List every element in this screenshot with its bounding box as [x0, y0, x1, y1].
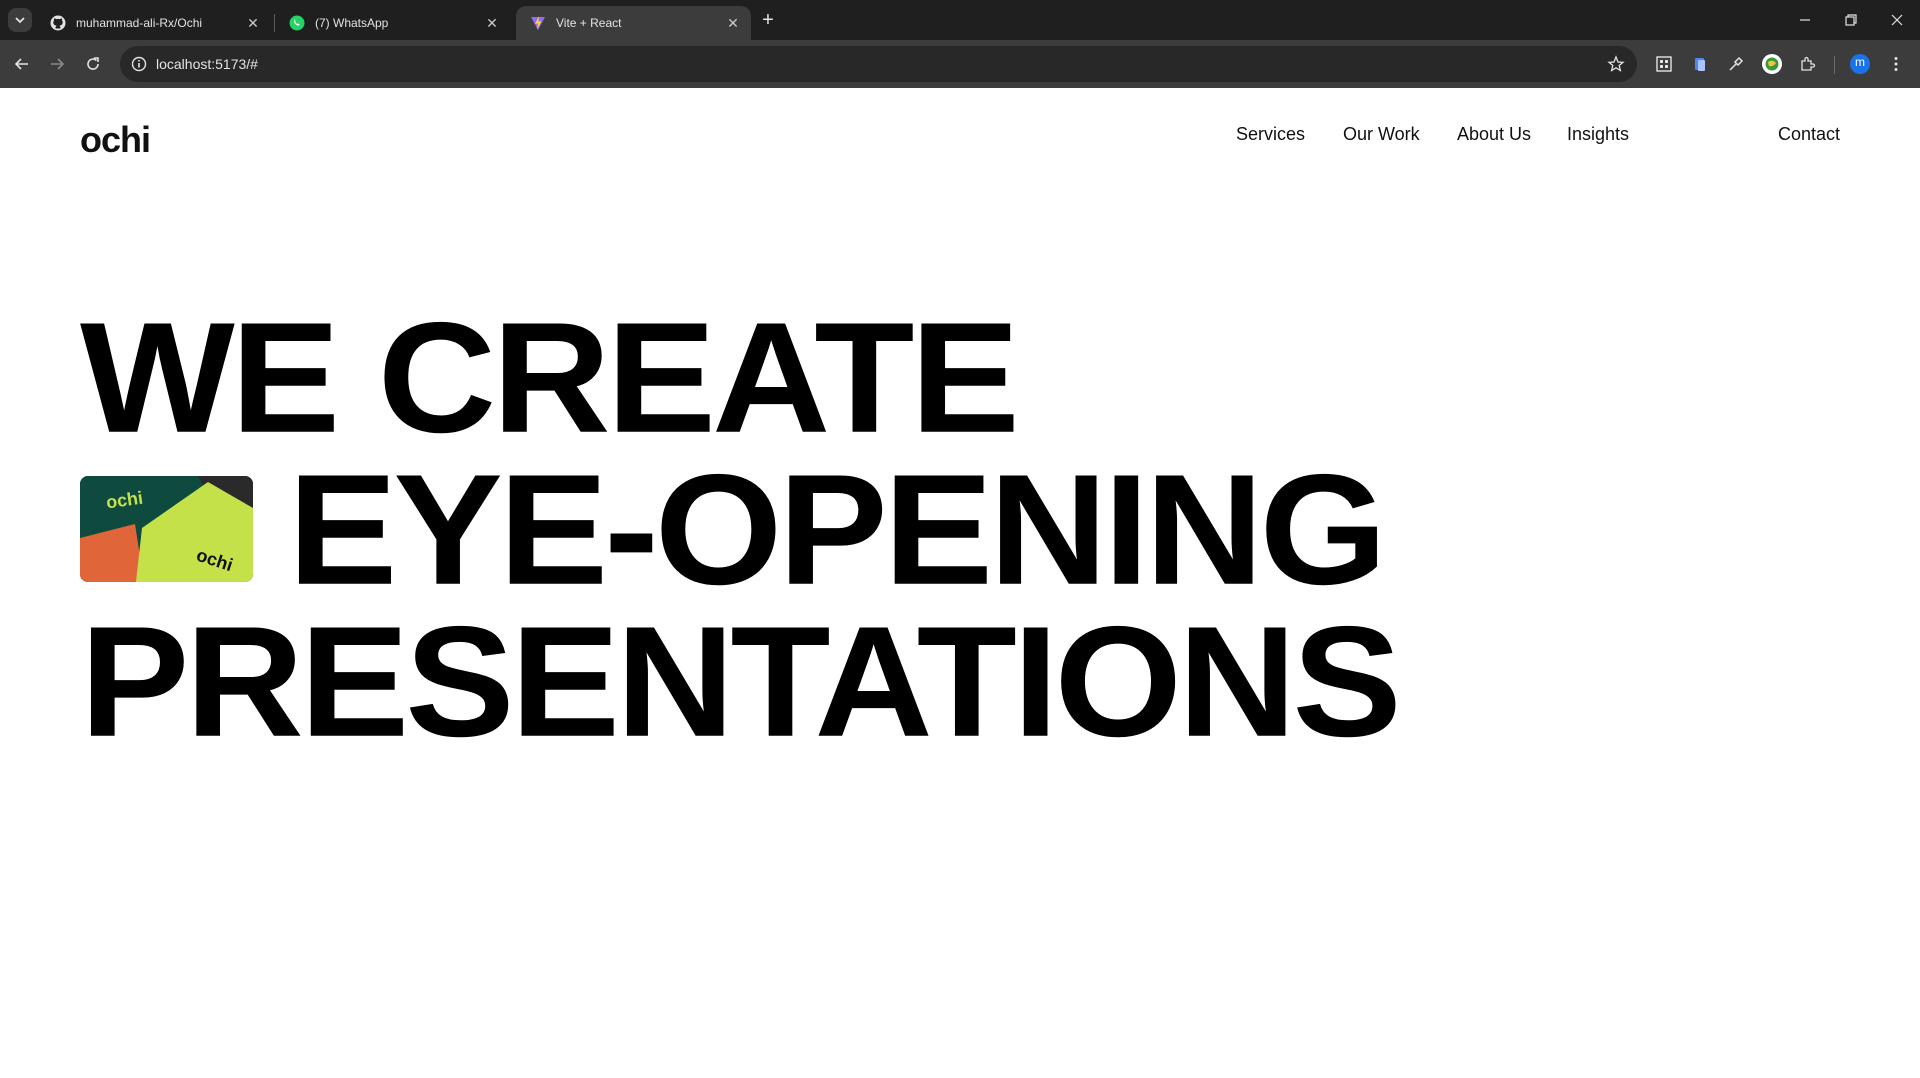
- more-menu-icon[interactable]: [1884, 52, 1908, 76]
- new-tab-button[interactable]: +: [758, 10, 778, 30]
- headline-line-1: WE CREATE: [80, 289, 1020, 466]
- tab-github[interactable]: muhammad-ali-Rx/Ochi ✕: [36, 6, 271, 40]
- url-text[interactable]: localhost:5173/#: [156, 56, 258, 72]
- nav-insights[interactable]: Insights: [1567, 124, 1629, 145]
- profile-initial: m: [1855, 55, 1865, 69]
- address-bar[interactable]: localhost:5173/#: [120, 46, 1637, 82]
- promo-card-image: ochi ochi: [80, 476, 253, 582]
- close-icon[interactable]: ✕: [484, 15, 500, 31]
- headline-line-2: EYE-OPENING: [288, 441, 1387, 618]
- back-icon[interactable]: [10, 52, 34, 76]
- site-logo[interactable]: ochi: [80, 118, 151, 160]
- profile-avatar[interactable]: m: [1848, 52, 1872, 76]
- nav-services[interactable]: Services: [1236, 124, 1305, 145]
- tab-title: (7) WhatsApp: [315, 16, 389, 30]
- chevron-down-icon: [15, 17, 25, 24]
- forward-icon[interactable]: [45, 52, 69, 76]
- reload-icon[interactable]: [81, 52, 105, 76]
- browser-toolbar: localhost:5173/# m: [0, 40, 1920, 88]
- extension-globe-icon[interactable]: [1760, 52, 1784, 76]
- tab-title: Vite + React: [556, 16, 622, 30]
- logo-text: ochi: [80, 119, 151, 160]
- toolbar-divider: [1834, 56, 1835, 74]
- page-content: ochi Services Our Work About Us Insights…: [0, 88, 1920, 1078]
- tab-whatsapp[interactable]: (7) WhatsApp ✕: [275, 6, 510, 40]
- browser-tabstrip: muhammad-ali-Rx/Ochi ✕ (7) WhatsApp ✕ Vi…: [0, 0, 1920, 40]
- nav-our-work[interactable]: Our Work: [1343, 124, 1420, 145]
- window-close-icon[interactable]: [1882, 8, 1912, 32]
- github-icon: [50, 15, 66, 31]
- extension-copy-icon[interactable]: [1688, 52, 1712, 76]
- nav-contact[interactable]: Contact: [1778, 124, 1840, 145]
- minimize-icon[interactable]: [1790, 8, 1820, 32]
- bookmark-star-icon[interactable]: [1607, 55, 1625, 73]
- qr-code-icon[interactable]: [1652, 52, 1676, 76]
- nav-about-us[interactable]: About Us: [1457, 124, 1531, 145]
- extensions-puzzle-icon[interactable]: [1796, 52, 1820, 76]
- site-info-icon[interactable]: [130, 55, 148, 73]
- vite-icon: [530, 15, 546, 31]
- tab-search-button[interactable]: [8, 8, 32, 32]
- headline-line-3: PRESENTATIONS: [80, 593, 1402, 770]
- whatsapp-icon: [289, 15, 305, 31]
- tab-vite-react[interactable]: Vite + React ✕: [516, 6, 751, 40]
- close-icon[interactable]: ✕: [245, 15, 261, 31]
- tab-title: muhammad-ali-Rx/Ochi: [76, 16, 203, 30]
- restore-icon[interactable]: [1836, 8, 1866, 32]
- eyedropper-icon[interactable]: [1724, 52, 1748, 76]
- close-icon[interactable]: ✕: [725, 15, 741, 31]
